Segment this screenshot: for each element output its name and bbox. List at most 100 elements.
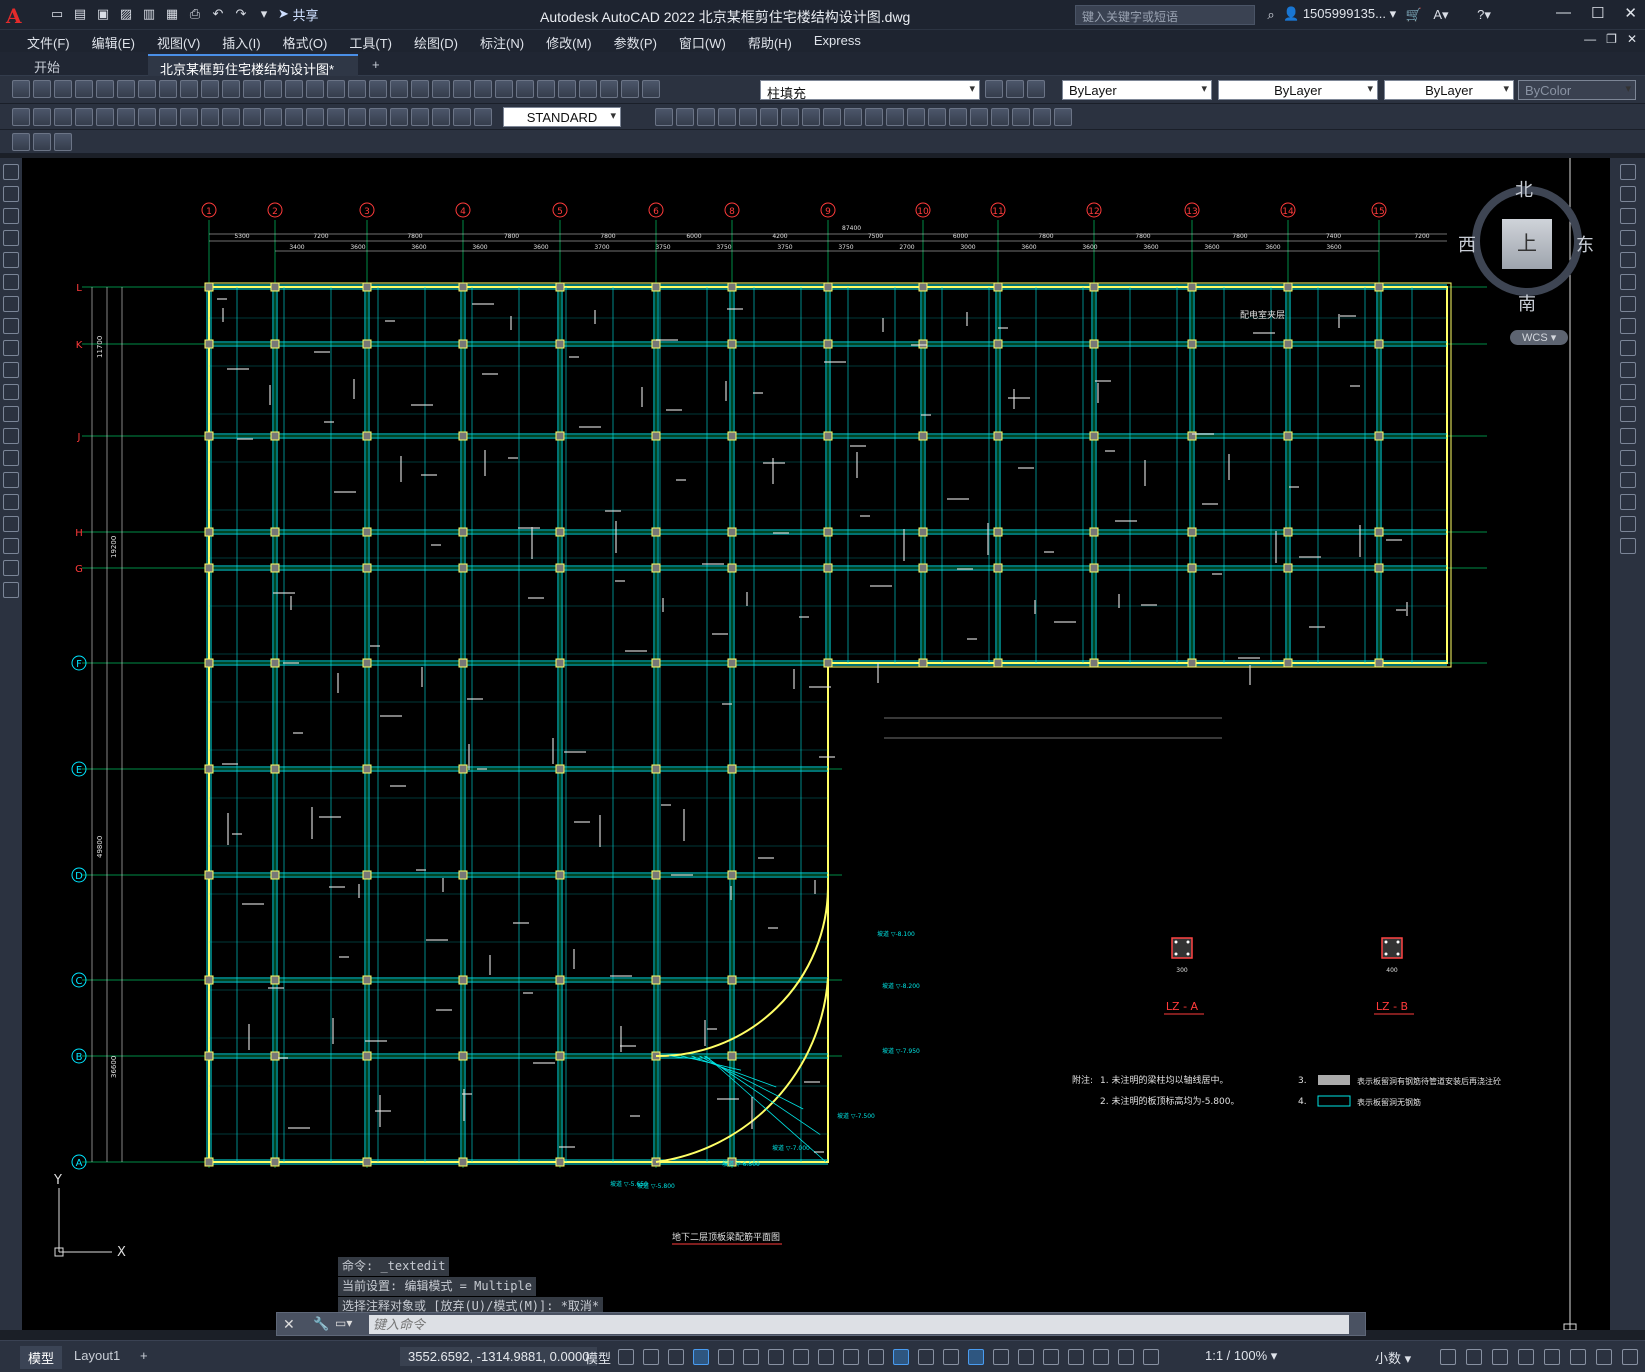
doc-restore-icon[interactable]: ❐: [1606, 32, 1617, 46]
tool-icon[interactable]: [453, 80, 471, 98]
tool-icon[interactable]: [1619, 384, 1636, 400]
close-icon[interactable]: ✕: [1624, 4, 1637, 22]
tool-icon[interactable]: [3, 340, 19, 356]
plot-icon[interactable]: ⎙: [186, 5, 204, 23]
viewcube-top-face[interactable]: 上: [1502, 219, 1552, 269]
tool-icon[interactable]: [12, 133, 30, 151]
tool-icon[interactable]: [285, 80, 303, 98]
menu-item[interactable]: 编辑(E): [81, 30, 146, 52]
search-input[interactable]: 键入关键字或短语: [1075, 5, 1255, 25]
tool-icon[interactable]: [1619, 472, 1636, 488]
status-tool-icon[interactable]: [1622, 1349, 1638, 1365]
tool-icon[interactable]: [760, 108, 778, 126]
tool-icon[interactable]: [285, 108, 303, 126]
tool-icon[interactable]: [33, 108, 51, 126]
status-toggle-icon[interactable]: [843, 1349, 859, 1365]
units-display[interactable]: 小数 ▾: [1375, 1348, 1411, 1367]
tool-icon[interactable]: [432, 108, 450, 126]
tool-icon[interactable]: [96, 108, 114, 126]
tool-icon[interactable]: [3, 450, 19, 466]
tool-icon[interactable]: [1619, 186, 1636, 202]
tool-icon[interactable]: [3, 406, 19, 422]
tool-icon[interactable]: [3, 538, 19, 554]
tool-icon[interactable]: [369, 108, 387, 126]
tool-icon[interactable]: [117, 80, 135, 98]
menu-item[interactable]: 标注(N): [469, 30, 535, 52]
coordinate-readout[interactable]: 3552.6592, -1314.9881, 0.0000: [400, 1347, 598, 1366]
tool-icon[interactable]: [697, 108, 715, 126]
open-file-icon[interactable]: ▤: [71, 5, 89, 23]
add-layout-button[interactable]: +: [132, 1346, 156, 1365]
web-open-icon[interactable]: ▥: [140, 5, 158, 23]
doc-minimize-icon[interactable]: —: [1584, 32, 1596, 46]
plotstyle-combo[interactable]: ByColor: [1518, 80, 1636, 100]
compass-north[interactable]: 北: [1515, 176, 1533, 202]
status-toggle-icon[interactable]: [918, 1349, 934, 1365]
tool-icon[interactable]: [1619, 208, 1636, 224]
tool-icon[interactable]: [327, 108, 345, 126]
tool-icon[interactable]: [865, 108, 883, 126]
tool-icon[interactable]: [222, 80, 240, 98]
status-toggle-icon[interactable]: [818, 1349, 834, 1365]
status-tool-icon[interactable]: [1440, 1349, 1456, 1365]
tool-icon[interactable]: [411, 80, 429, 98]
status-toggle-icon[interactable]: [1118, 1349, 1134, 1365]
model-space-button[interactable]: 模型: [585, 1348, 611, 1367]
tool-icon[interactable]: [3, 318, 19, 334]
tool-icon[interactable]: [474, 108, 492, 126]
qat-dropdown-icon[interactable]: ▾: [255, 5, 273, 23]
linetype-combo[interactable]: ByLayer: [1218, 80, 1378, 100]
compass-south[interactable]: 南: [1518, 290, 1536, 316]
autocad-logo-icon[interactable]: A: [6, 4, 28, 28]
tool-icon[interactable]: [243, 80, 261, 98]
menu-item[interactable]: 插入(I): [211, 30, 271, 52]
tool-icon[interactable]: [1012, 108, 1030, 126]
status-toggle-icon[interactable]: [618, 1349, 634, 1365]
tool-icon[interactable]: [3, 274, 19, 290]
tool-icon[interactable]: [306, 108, 324, 126]
command-prompt-icon[interactable]: ▭▾: [335, 1316, 352, 1330]
maximize-icon[interactable]: ☐: [1591, 4, 1604, 22]
share-icon[interactable]: ➤ 共享: [278, 5, 319, 23]
status-tool-icon[interactable]: [1596, 1349, 1612, 1365]
tool-icon[interactable]: [1619, 318, 1636, 334]
menu-item[interactable]: 视图(V): [146, 30, 211, 52]
tool-icon[interactable]: [138, 80, 156, 98]
tool-icon[interactable]: [117, 108, 135, 126]
tool-icon[interactable]: [907, 108, 925, 126]
tool-icon[interactable]: [558, 80, 576, 98]
menu-item[interactable]: Express: [803, 30, 872, 52]
tool-icon[interactable]: [655, 108, 673, 126]
tool-icon[interactable]: [642, 80, 660, 98]
tool-icon[interactable]: [33, 80, 51, 98]
annotation-scale[interactable]: 1:1 / 100% ▾: [1205, 1348, 1277, 1364]
tool-icon[interactable]: [54, 108, 72, 126]
tool-icon[interactable]: [739, 108, 757, 126]
status-toggle-icon[interactable]: [868, 1349, 884, 1365]
status-toggle-icon[interactable]: [668, 1349, 684, 1365]
tool-icon[interactable]: [3, 208, 19, 224]
tool-icon[interactable]: [949, 108, 967, 126]
tool-icon[interactable]: [180, 108, 198, 126]
tool-icon[interactable]: [75, 80, 93, 98]
tool-icon[interactable]: [1619, 164, 1636, 180]
lineweight-combo[interactable]: ByLayer: [1384, 80, 1514, 100]
tool-icon[interactable]: [390, 80, 408, 98]
layout1-tab[interactable]: Layout1: [66, 1346, 128, 1365]
tool-icon[interactable]: [991, 108, 1009, 126]
status-toggle-icon[interactable]: [993, 1349, 1009, 1365]
color-combo[interactable]: ByLayer: [1062, 80, 1212, 100]
status-toggle-icon[interactable]: [893, 1349, 909, 1365]
status-tool-icon[interactable]: [1492, 1349, 1508, 1365]
tool-icon[interactable]: [3, 384, 19, 400]
close-command-line-icon[interactable]: ✕: [283, 1316, 295, 1333]
tool-icon[interactable]: [3, 296, 19, 312]
tool-icon[interactable]: [718, 108, 736, 126]
tool-icon[interactable]: [802, 108, 820, 126]
tool-icon[interactable]: [453, 108, 471, 126]
tool-icon[interactable]: [537, 80, 555, 98]
tool-icon[interactable]: [1619, 494, 1636, 510]
tool-icon[interactable]: [33, 133, 51, 151]
tool-icon[interactable]: [1619, 296, 1636, 312]
tool-icon[interactable]: [600, 80, 618, 98]
